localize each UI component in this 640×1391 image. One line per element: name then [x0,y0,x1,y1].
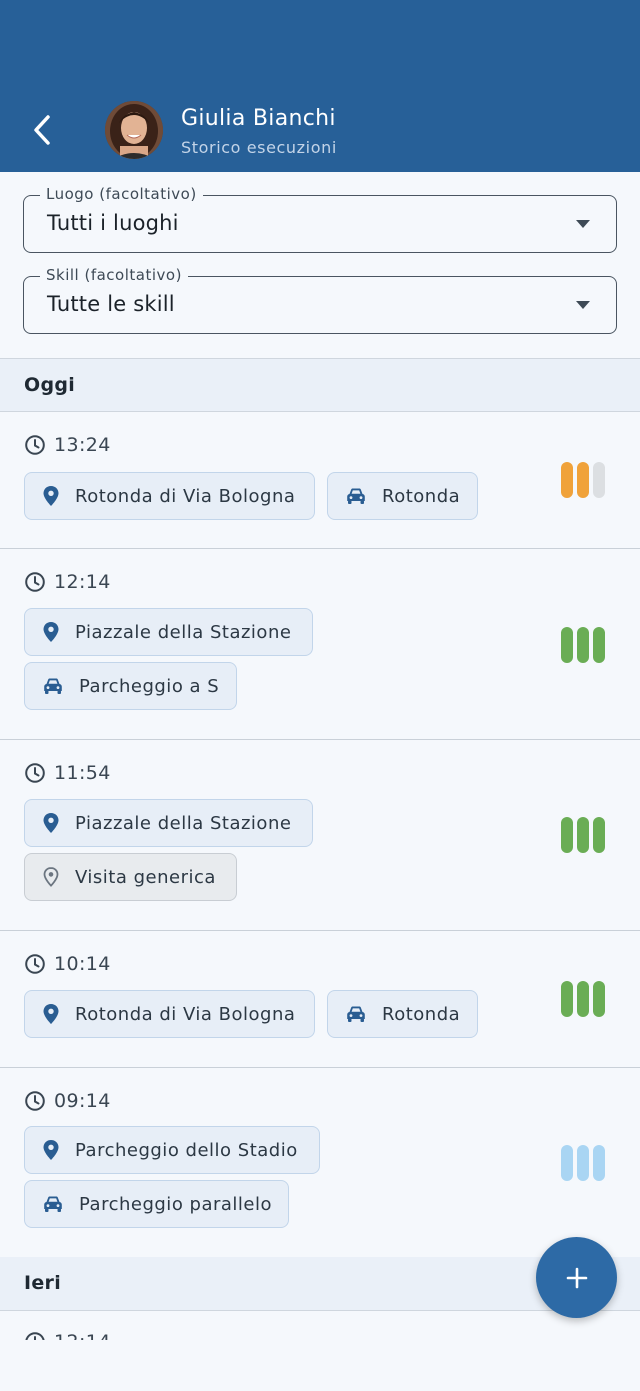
place-chip-label: Piazzale della Stazione [75,812,292,834]
user-avatar-image [105,101,163,159]
page-title: Giulia Bianchi [181,106,336,131]
rating-bars [561,1145,606,1181]
filters-panel: Luogo (facoltativo) Tutti i luoghi Skill… [0,172,640,358]
location-pin-icon [43,813,59,833]
rating-bars [561,817,606,853]
history-entry[interactable]: 13:24 Rotonda di Via Bologna Rotonda [0,412,640,549]
chevron-left-icon [34,115,50,145]
skill-chip-label: Rotonda [382,485,461,507]
place-chip-label: Parcheggio dello Stadio [75,1139,298,1161]
entry-time: 10:14 [24,953,111,975]
place-chip[interactable]: Parcheggio dello Stadio [24,1126,320,1174]
entry-time-text: 10:14 [54,953,111,975]
clock-icon [25,435,45,455]
entry-time-text: 13:24 [54,434,111,456]
entry-time: 11:54 [24,762,111,784]
rating-bars [561,981,606,1017]
skill-chip[interactable]: Rotonda [327,990,478,1038]
location-pin-icon [43,1140,59,1160]
history-entry[interactable]: 12:14 Piazzale della Stazione Parcheggio… [0,549,640,740]
rating-bar [561,817,573,853]
skill-chip-label: Rotonda [382,1003,461,1025]
section-title: Ieri [24,1272,62,1294]
car-icon [44,678,62,694]
entry-time-text: 11:54 [54,762,111,784]
skill-chip-label: Parcheggio a S [79,675,220,697]
history-entry[interactable]: 11:54 Piazzale della Stazione Visita gen… [0,740,640,931]
place-chip[interactable]: Rotonda di Via Bologna [24,472,315,520]
clock-icon [25,572,45,592]
location-outline-icon [43,867,59,887]
dropdown-arrow-icon [576,301,590,309]
location-pin-icon [43,1004,59,1024]
clock-icon [25,763,45,783]
skill-chip-label: Parcheggio parallelo [79,1193,273,1215]
place-chip[interactable]: Rotonda di Via Bologna [24,990,315,1038]
rating-bar [577,981,589,1017]
rating-bar [561,981,573,1017]
skill-dropdown-value: Tutte le skill [47,292,175,316]
location-pin-icon [43,486,59,506]
rating-bar [593,817,605,853]
place-chip-label: Piazzale della Stazione [75,621,292,643]
rating-bar [561,462,573,498]
rating-bar [577,462,589,498]
clock-icon [25,954,45,974]
rating-bar [577,1145,589,1181]
section-header-today: Oggi [0,358,640,412]
location-pin-icon [43,622,59,642]
back-button[interactable] [22,108,62,152]
place-chip-label: Rotonda di Via Bologna [75,1003,296,1025]
page-subtitle: Storico esecuzioni [181,138,337,157]
skill-dropdown-label: Skill (facoltativo) [40,266,188,284]
entry-time-text: 09:14 [54,1090,111,1112]
rating-bar [577,817,589,853]
rating-bar [593,627,605,663]
avatar [105,101,163,159]
car-icon [347,488,365,504]
entry-time: 13:24 [24,434,111,456]
entry-time: 09:14 [24,1090,111,1112]
skill-chip-label: Visita generica [75,866,216,888]
place-dropdown-value: Tutti i luoghi [47,211,179,235]
app-bar: Giulia Bianchi Storico esecuzioni [0,0,640,172]
place-dropdown-label: Luogo (facoltativo) [40,185,203,203]
add-button[interactable] [536,1237,617,1318]
rating-bar [593,981,605,1017]
skill-dropdown[interactable]: Skill (facoltativo) Tutte le skill [23,266,617,334]
rating-bar [593,1145,605,1181]
rating-bar [593,462,605,498]
rating-bar [561,1145,573,1181]
place-chip[interactable]: Piazzale della Stazione [24,608,313,656]
skill-chip[interactable]: Parcheggio parallelo [24,1180,289,1228]
scroll-fade [0,1340,640,1391]
car-icon [44,1196,62,1212]
history-entry[interactable]: 09:14 Parcheggio dello Stadio Parcheggio… [0,1068,640,1258]
entry-time: 12:14 [24,571,111,593]
place-chip-label: Rotonda di Via Bologna [75,485,296,507]
rating-bars [561,627,606,663]
clock-icon [25,1091,45,1111]
dropdown-arrow-icon [576,220,590,228]
skill-chip[interactable]: Rotonda [327,472,478,520]
car-icon [347,1006,365,1022]
rating-bar [561,627,573,663]
place-chip[interactable]: Piazzale della Stazione [24,799,313,847]
skill-chip[interactable]: Parcheggio a S [24,662,237,710]
history-entry[interactable]: 12:14 [0,1311,640,1391]
entry-time-text: 12:14 [54,571,111,593]
place-dropdown[interactable]: Luogo (facoltativo) Tutti i luoghi [23,185,617,253]
plus-icon [566,1267,587,1288]
rating-bar [577,627,589,663]
section-title: Oggi [24,374,76,396]
history-entry[interactable]: 10:14 Rotonda di Via Bologna Rotonda [0,931,640,1068]
skill-chip[interactable]: Visita generica [24,853,237,901]
rating-bars [561,462,606,498]
